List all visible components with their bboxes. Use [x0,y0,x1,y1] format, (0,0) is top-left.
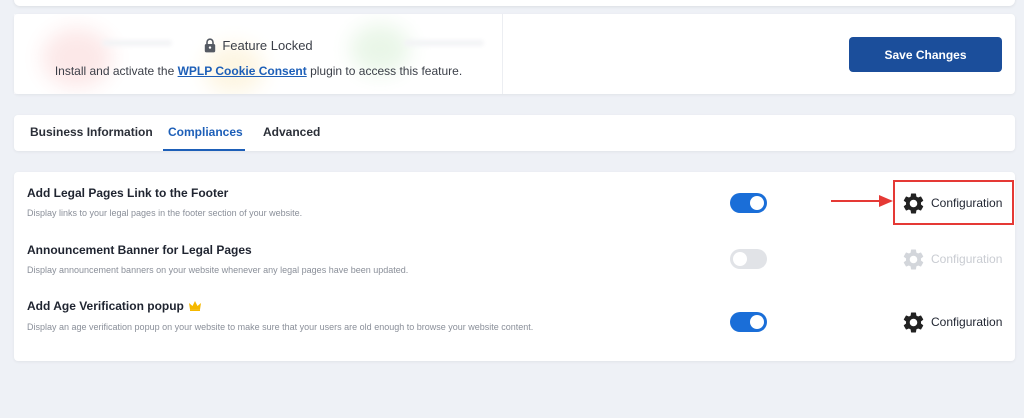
gear-icon [903,249,924,269]
feature-locked-message: Install and activate the WPLP Cookie Con… [14,64,502,78]
age-verification-configuration-button[interactable]: Configuration [901,311,1002,333]
arrow-right-icon [831,195,893,207]
toggle-knob [750,196,764,210]
age-verification-title-text: Add Age Verification popup [27,299,184,313]
configuration-label: Configuration [931,196,1003,210]
locked-feature-preview: Feature Locked Install and activate the … [14,14,503,94]
compliance-settings-card: Add Legal Pages Link to the Footer Displ… [14,172,1015,361]
feature-locked-label: Feature Locked [222,38,313,53]
tab-business-information[interactable]: Business Information [30,125,153,139]
locked-message-after: plugin to access this feature. [310,64,463,78]
lock-icon [205,38,216,53]
feature-locked-title: Feature Locked [14,38,502,53]
locked-feature-card: Feature Locked Install and activate the … [14,14,1015,94]
toggle-knob [750,315,764,329]
setting-title-announcement-banner: Announcement Banner for Legal Pages [27,243,252,257]
top-panel-edge [14,0,1015,6]
locked-message-before: Install and activate the [54,64,175,78]
age-verification-toggle[interactable] [730,312,767,332]
crown-icon [188,301,201,311]
settings-tabs: Business Information Compliances Advance… [14,115,1015,151]
configuration-label: Configuration [931,315,1003,329]
footer-links-configuration-button[interactable]: Configuration [901,192,1002,214]
setting-description-footer-links: Display links to your legal pages in the… [27,208,303,218]
toggle-knob [733,252,747,266]
setting-title-footer-links: Add Legal Pages Link to the Footer [27,186,229,200]
setting-description-announcement-banner: Display announcement banners on your web… [27,265,409,275]
gear-icon [903,193,924,213]
active-tab-indicator [163,149,245,151]
locked-overlay [14,14,502,94]
announcement-banner-toggle[interactable] [730,249,767,269]
tab-compliances[interactable]: Compliances [168,125,243,139]
tab-advanced[interactable]: Advanced [263,125,320,139]
gear-icon [903,312,924,332]
save-changes-button[interactable]: Save Changes [849,37,1002,72]
setting-title-age-verification: Add Age Verification popup [27,299,202,313]
announcement-banner-configuration-button[interactable]: Configuration [901,248,1002,270]
configuration-label: Configuration [931,252,1003,266]
footer-links-toggle[interactable] [730,193,767,213]
cookie-consent-plugin-link[interactable]: WPLP Cookie Consent [178,64,307,78]
setting-description-age-verification: Display an age verification popup on you… [27,322,534,332]
